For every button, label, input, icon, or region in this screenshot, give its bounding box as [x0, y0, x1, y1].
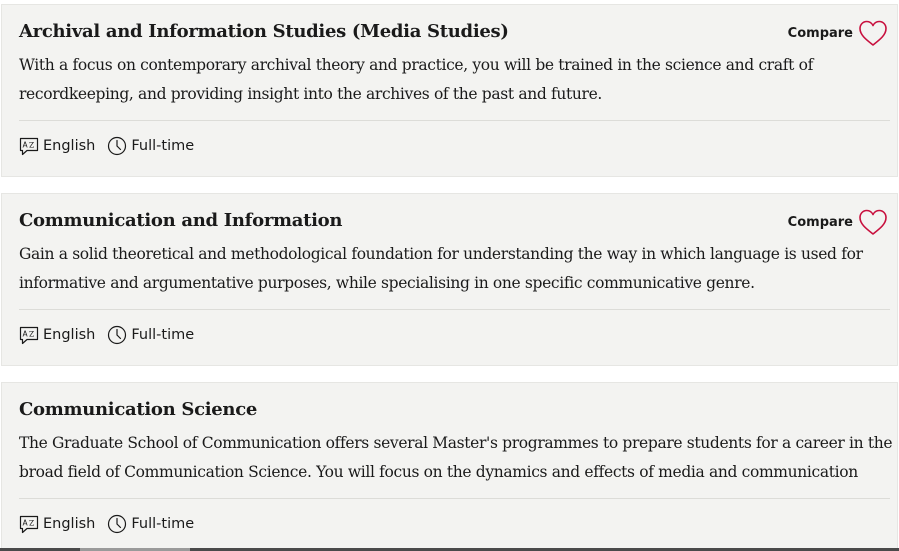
- programme-meta: A Z English Full-time: [19, 513, 194, 535]
- programme-description: With a focus on contemporary archival th…: [19, 51, 895, 109]
- compare-label: Compare: [787, 25, 853, 41]
- translate-icon: A Z: [19, 326, 39, 344]
- description-line: informative and argumentative purposes, …: [19, 274, 755, 292]
- description-line: With a focus on contemporary archival th…: [19, 56, 813, 74]
- translate-icon: A Z: [19, 515, 39, 533]
- language-label: English: [43, 138, 96, 154]
- clock-icon: [108, 325, 127, 345]
- programme-title[interactable]: Communication Science: [19, 399, 257, 420]
- mode-info: Full-time: [107, 514, 194, 534]
- description-line: Gain a solid theoretical and methodologi…: [19, 245, 863, 263]
- translate-icon: A Z: [19, 137, 39, 155]
- divider: [19, 309, 890, 310]
- mode-info: Full-time: [107, 325, 194, 345]
- mode-label: Full-time: [131, 138, 195, 154]
- compare-label: Compare: [787, 214, 853, 230]
- svg-text:Z: Z: [29, 518, 34, 527]
- mode-label: Full-time: [131, 516, 195, 532]
- clock-icon: [108, 136, 127, 156]
- svg-text:Z: Z: [29, 329, 34, 338]
- programme-meta: A Z English Full-time: [19, 324, 194, 346]
- svg-text:A: A: [23, 518, 29, 527]
- language-label: English: [43, 327, 96, 343]
- divider: [19, 498, 890, 499]
- programme-title[interactable]: Archival and Information Studies (Media …: [19, 21, 509, 42]
- mode-info: Full-time: [107, 136, 194, 156]
- programme-meta: A Z English Full-time: [19, 135, 194, 157]
- compare-button[interactable]: Compare: [788, 18, 889, 48]
- programme-card[interactable]: Communication and Information Compare Ga…: [1, 193, 898, 366]
- language-info: A Z English: [19, 326, 95, 345]
- programme-title[interactable]: Communication and Information: [19, 210, 342, 231]
- heart-icon[interactable]: [857, 207, 889, 237]
- compare-button[interactable]: Compare: [788, 207, 889, 237]
- svg-text:Z: Z: [29, 140, 34, 149]
- programme-description: Gain a solid theoretical and methodologi…: [19, 240, 895, 298]
- description-line: The Graduate School of Communication off…: [19, 434, 893, 452]
- svg-text:A: A: [23, 140, 29, 149]
- clock-icon: [108, 514, 127, 534]
- language-info: A Z English: [19, 137, 95, 156]
- programme-card[interactable]: Communication Science The Graduate Schoo…: [1, 382, 898, 551]
- description-line: recordkeeping, and providing insight int…: [19, 85, 602, 103]
- divider: [19, 120, 890, 121]
- heart-icon[interactable]: [857, 18, 889, 48]
- language-info: A Z English: [19, 515, 95, 534]
- programme-description: The Graduate School of Communication off…: [19, 429, 895, 487]
- language-label: English: [43, 516, 96, 532]
- programme-card[interactable]: Archival and Information Studies (Media …: [1, 4, 898, 177]
- mode-label: Full-time: [131, 327, 195, 343]
- description-line: broad field of Communication Science. Yo…: [19, 463, 858, 481]
- svg-text:A: A: [23, 329, 29, 338]
